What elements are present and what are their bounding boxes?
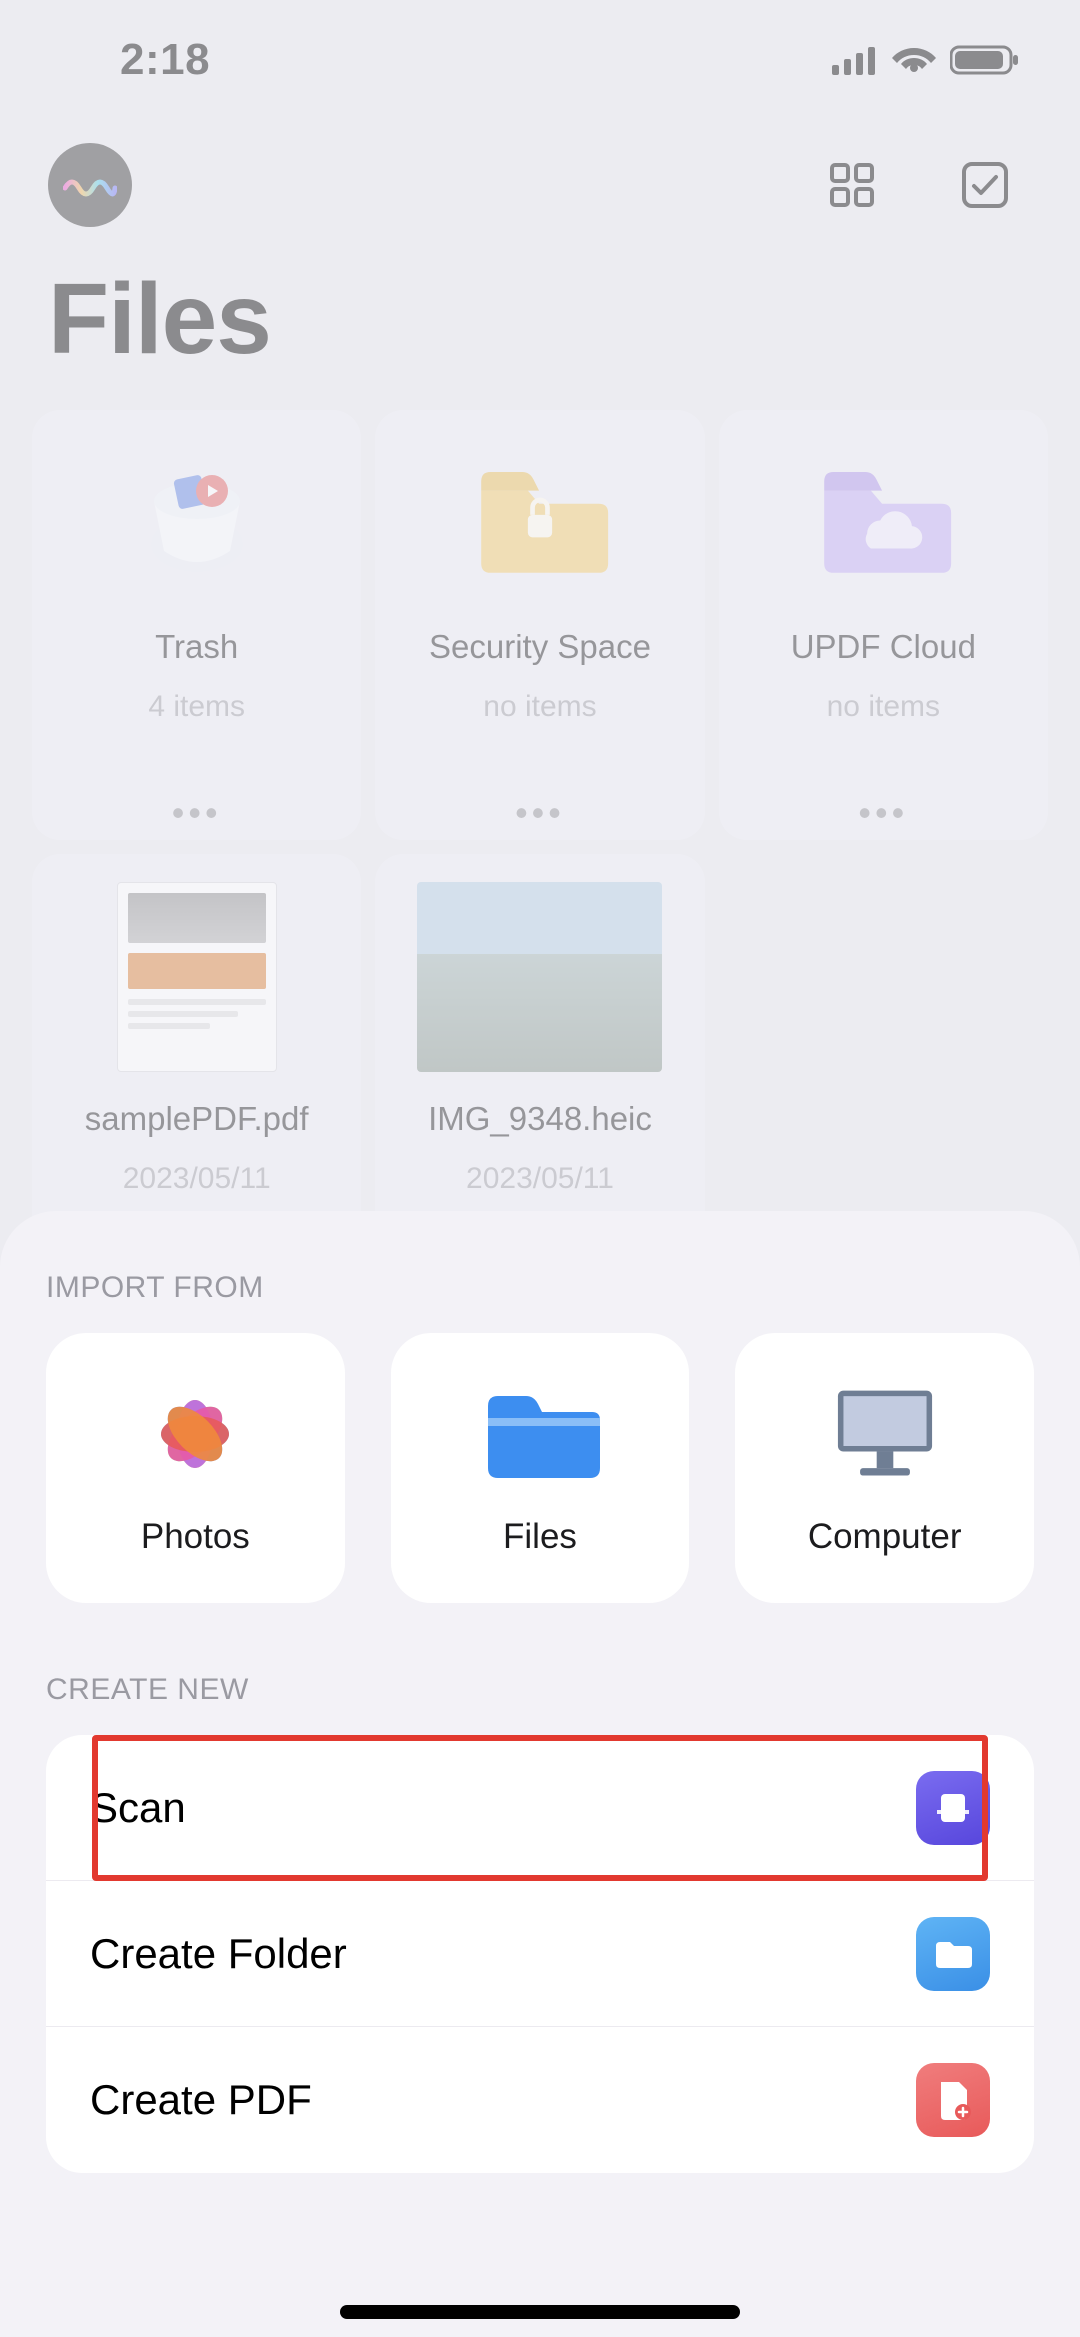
create-scan[interactable]: Scan	[46, 1735, 1034, 1881]
status-bar: 2:18	[0, 0, 1080, 120]
trash-icon	[127, 444, 267, 584]
more-icon[interactable]: •••	[858, 808, 908, 818]
cellular-icon	[832, 45, 878, 75]
photos-app-icon	[135, 1379, 255, 1489]
pdf-add-icon	[916, 2063, 990, 2137]
image-thumbnail	[417, 882, 662, 1072]
import-label: Computer	[808, 1517, 962, 1557]
import-label: Files	[503, 1517, 577, 1557]
tile-trash[interactable]: Trash 4 items •••	[32, 410, 361, 840]
cloud-folder-icon	[813, 444, 953, 584]
create-pdf[interactable]: Create PDF	[46, 2027, 1034, 2173]
tile-sub: 2023/05/11	[466, 1162, 614, 1196]
tile-sub: 4 items	[148, 690, 245, 724]
create-label: Create PDF	[90, 2076, 312, 2124]
home-indicator[interactable]	[340, 2305, 740, 2319]
create-heading: CREATE NEW	[46, 1673, 1034, 1707]
grid-view-icon[interactable]	[826, 159, 878, 211]
create-folder[interactable]: Create Folder	[46, 1881, 1034, 2027]
tile-name: UPDF Cloud	[791, 628, 976, 666]
import-computer[interactable]: Computer	[735, 1333, 1034, 1603]
status-icons	[832, 44, 1020, 76]
tile-security-space[interactable]: Security Space no items •••	[375, 410, 704, 840]
select-icon[interactable]	[958, 158, 1012, 212]
tile-updf-cloud[interactable]: UPDF Cloud no items •••	[719, 410, 1048, 840]
files-app-icon	[480, 1379, 600, 1489]
folder-icon	[916, 1917, 990, 1991]
import-heading: IMPORT FROM	[46, 1271, 1034, 1305]
import-files[interactable]: Files	[391, 1333, 690, 1603]
more-icon[interactable]: •••	[515, 808, 565, 818]
tile-sub: no items	[483, 690, 596, 724]
locked-folder-icon	[470, 444, 610, 584]
import-row: Photos Files Computer	[46, 1333, 1034, 1603]
files-grid: Trash 4 items ••• Security Space no item…	[0, 410, 1080, 1284]
tile-sub: no items	[827, 690, 940, 724]
page-title: Files	[48, 262, 271, 377]
app-avatar[interactable]	[48, 143, 132, 227]
wifi-icon	[892, 44, 936, 76]
import-photos[interactable]: Photos	[46, 1333, 345, 1603]
tile-sub: 2023/05/11	[123, 1162, 271, 1196]
tile-name: samplePDF.pdf	[85, 1100, 309, 1138]
action-sheet: IMPORT FROM Photos Files Computer CREATE…	[0, 1211, 1080, 2337]
tile-name: Trash	[155, 628, 238, 666]
create-list: Scan Create Folder Create PDF	[46, 1735, 1034, 2173]
nav-row	[0, 140, 1080, 230]
status-time: 2:18	[120, 35, 210, 85]
more-icon[interactable]: •••	[172, 808, 222, 818]
pdf-thumbnail	[117, 882, 277, 1072]
create-label: Scan	[90, 1784, 186, 1832]
create-label: Create Folder	[90, 1930, 347, 1978]
tile-name: Security Space	[429, 628, 651, 666]
tile-name: IMG_9348.heic	[428, 1100, 652, 1138]
computer-icon	[825, 1379, 945, 1489]
battery-icon	[950, 44, 1020, 76]
import-label: Photos	[141, 1517, 250, 1557]
scan-icon	[916, 1771, 990, 1845]
